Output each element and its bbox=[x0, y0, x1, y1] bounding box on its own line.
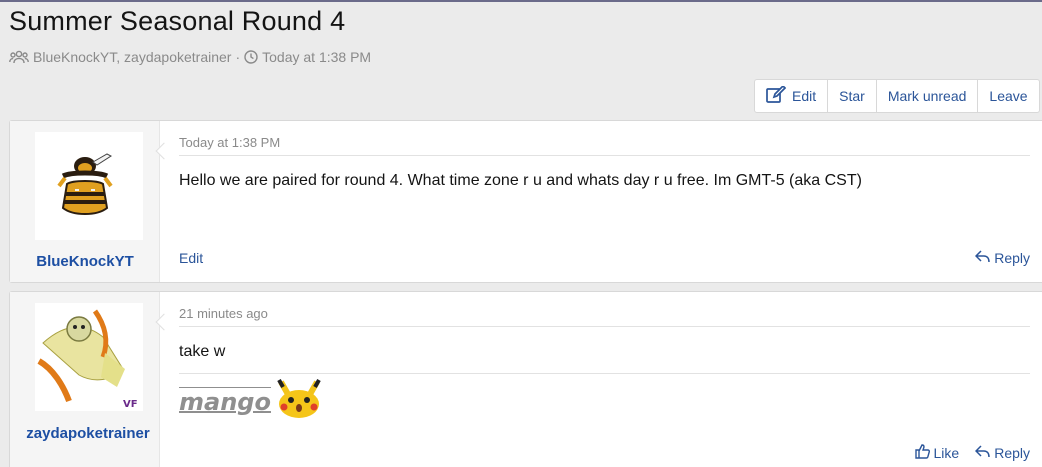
thread-meta: BlueKnockYT, zaydapoketrainer · Today at… bbox=[9, 49, 371, 65]
thread-time: Today at 1:38 PM bbox=[262, 49, 372, 65]
message-user-column: BlueKnockYT bbox=[10, 121, 160, 282]
message-date[interactable]: Today at 1:38 PM bbox=[179, 135, 280, 150]
page-title: Summer Seasonal Round 4 bbox=[9, 6, 346, 36]
edit-icon bbox=[766, 84, 787, 107]
reply-icon bbox=[975, 445, 990, 461]
clock-icon bbox=[244, 50, 258, 64]
leave-button[interactable]: Leave bbox=[977, 80, 1038, 112]
star-button[interactable]: Star bbox=[827, 80, 876, 112]
reply-label: Reply bbox=[994, 250, 1030, 266]
like-button[interactable]: Like bbox=[914, 444, 960, 462]
signature-divider bbox=[179, 373, 1030, 374]
divider bbox=[179, 326, 1030, 327]
username[interactable]: BlueKnockYT bbox=[10, 251, 160, 272]
conversation-toolbar: Edit Star Mark unread Leave bbox=[754, 79, 1040, 113]
signature: mango bbox=[179, 378, 325, 423]
message-date[interactable]: 21 minutes ago bbox=[179, 306, 268, 321]
reply-icon bbox=[975, 250, 990, 266]
mark-unread-button[interactable]: Mark unread bbox=[875, 80, 978, 112]
message: VF zaydapoketrainer 21 minutes ago take … bbox=[9, 291, 1042, 467]
message-actions: Like Reply bbox=[914, 444, 1030, 462]
username[interactable]: zaydapoketrainer bbox=[10, 423, 166, 444]
pikachu-emoji bbox=[273, 378, 325, 423]
reply-label: Reply bbox=[994, 445, 1030, 461]
avatar[interactable]: VF bbox=[35, 303, 143, 411]
svg-text:VF: VF bbox=[123, 399, 138, 410]
message-edit-link[interactable]: Edit bbox=[179, 250, 203, 266]
avatar[interactable] bbox=[35, 132, 143, 240]
thumbs-up-icon bbox=[914, 444, 930, 462]
divider bbox=[179, 155, 1030, 156]
reply-button[interactable]: Reply bbox=[975, 444, 1030, 462]
participants-icon bbox=[9, 50, 29, 64]
like-label: Like bbox=[933, 445, 960, 461]
reply-button[interactable]: Reply bbox=[975, 250, 1030, 266]
message-actions: Reply bbox=[975, 250, 1030, 266]
edit-button[interactable]: Edit bbox=[755, 80, 827, 112]
message-body: Hello we are paired for round 4. What ti… bbox=[179, 172, 862, 189]
meta-separator: · bbox=[235, 49, 241, 65]
message: BlueKnockYT Today at 1:38 PM Hello we ar… bbox=[9, 120, 1042, 283]
participants-list[interactable]: BlueKnockYT, zaydapoketrainer bbox=[33, 49, 231, 65]
message-body: take w bbox=[179, 343, 226, 360]
edit-button-label: Edit bbox=[792, 88, 817, 104]
signature-text: mango bbox=[179, 386, 271, 416]
message-user-column: VF zaydapoketrainer bbox=[10, 292, 160, 467]
